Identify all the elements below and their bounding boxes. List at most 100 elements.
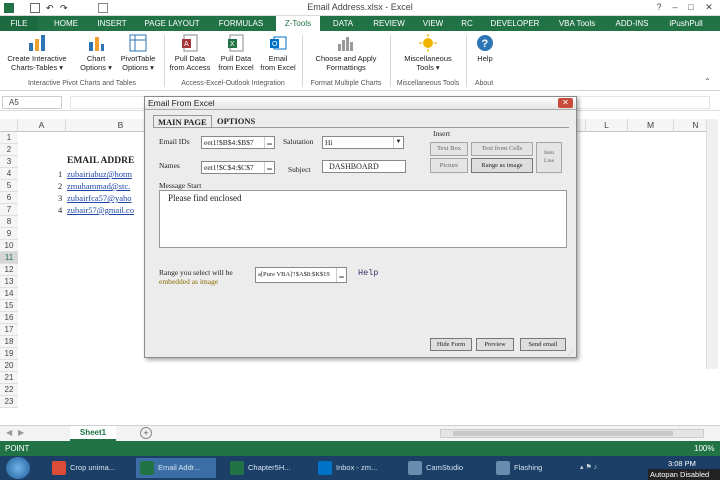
- start-button-icon[interactable]: [6, 457, 30, 479]
- close-icon[interactable]: ✕: [702, 1, 716, 14]
- taskbar-item[interactable]: Inbox - zm...: [314, 458, 396, 478]
- row-header[interactable]: 17: [0, 324, 18, 336]
- dialog-title-bar[interactable]: Email From Excel ✕: [145, 97, 576, 110]
- scroll-thumb[interactable]: [453, 431, 673, 436]
- tab-vba-tools[interactable]: VBA Tools: [552, 16, 602, 31]
- row-header[interactable]: 16: [0, 312, 18, 324]
- select-all-corner[interactable]: [0, 119, 18, 132]
- tab-add-ins[interactable]: ADD-INS: [612, 16, 652, 31]
- row-header[interactable]: 7: [0, 204, 18, 216]
- range-select-icon[interactable]: ▁: [264, 137, 274, 148]
- salutation-select[interactable]: Hi ▼: [322, 136, 404, 149]
- taskbar-item[interactable]: CamStudio: [404, 458, 484, 478]
- clock[interactable]: 3:08 PM: [668, 459, 696, 468]
- message-textarea[interactable]: Please find enclosed: [159, 190, 567, 248]
- tab-ipushpull[interactable]: iPushPull: [662, 16, 710, 31]
- help-icon[interactable]: ?: [652, 1, 666, 14]
- resize-grip-icon[interactable]: ⋰: [568, 349, 576, 357]
- zoom-level[interactable]: 100%: [694, 444, 714, 453]
- column-header[interactable]: L: [586, 119, 628, 132]
- item-line-button[interactable]: Item Line: [536, 142, 562, 173]
- name-box[interactable]: A5: [2, 96, 62, 109]
- email-link[interactable]: zubair57@gmail.co: [67, 204, 145, 216]
- tab-options[interactable]: OPTIONS: [213, 115, 259, 127]
- email-ids-refedit[interactable]: eet1!$B$4:$B$7 ▁: [201, 136, 275, 149]
- help-button[interactable]: ? Help: [470, 34, 500, 63]
- miscellaneous-tools-button[interactable]: Miscellaneous Tools ▾: [394, 34, 462, 72]
- image-range-refedit[interactable]: a[Pure VBA]'!$A$8:$K$19 ▁: [255, 267, 347, 283]
- pull-data-from-excel-button[interactable]: X Pull Data from Excel: [214, 34, 258, 72]
- row-header[interactable]: 8: [0, 216, 18, 228]
- range-select-icon[interactable]: ▁: [336, 268, 346, 282]
- row-header[interactable]: 5: [0, 180, 18, 192]
- tab-rc[interactable]: RC: [456, 16, 478, 31]
- row-header[interactable]: 18: [0, 336, 18, 348]
- taskbar-item[interactable]: Flashing: [492, 458, 568, 478]
- tab-review[interactable]: REVIEW: [368, 16, 410, 31]
- picture-button[interactable]: Picture: [430, 158, 468, 173]
- horizontal-scrollbar[interactable]: [440, 429, 704, 438]
- minimize-icon[interactable]: –: [668, 1, 682, 14]
- email-from-excel-button[interactable]: O Email from Excel: [258, 34, 298, 72]
- tab-main-page[interactable]: MAIN PAGE: [153, 115, 212, 127]
- tab-insert[interactable]: INSERT: [92, 16, 132, 31]
- email-link[interactable]: zubairiabuz@hotm: [67, 168, 145, 180]
- names-refedit[interactable]: eet1!$C$4:$C$7 ▁: [201, 161, 275, 174]
- row-header[interactable]: 21: [0, 372, 18, 384]
- chevron-down-icon[interactable]: ▼: [393, 137, 403, 148]
- row-header[interactable]: 2: [0, 144, 18, 156]
- tab-formulas[interactable]: FORMULAS: [212, 16, 270, 31]
- column-header[interactable]: M: [628, 119, 674, 132]
- row-header[interactable]: 19: [0, 348, 18, 360]
- range-select-icon[interactable]: ▁: [264, 162, 274, 173]
- row-header[interactable]: 9: [0, 228, 18, 240]
- column-header[interactable]: A: [18, 119, 66, 132]
- email-link[interactable]: zmuhammad@stc.: [67, 180, 145, 192]
- taskbar-item[interactable]: Crop unima...: [48, 458, 130, 478]
- collapse-ribbon-icon[interactable]: ⌃: [704, 77, 711, 86]
- tab-page-layout[interactable]: PAGE LAYOUT: [140, 16, 204, 31]
- text-from-cells-button[interactable]: Text from Cells: [471, 142, 533, 156]
- tray-icons[interactable]: ▴ ⚑ ♪: [580, 463, 597, 471]
- next-sheet-icon[interactable]: ▶: [18, 428, 24, 437]
- range-as-image-button[interactable]: Range as image: [471, 158, 533, 173]
- tab-file[interactable]: FILE: [0, 16, 38, 31]
- row-header[interactable]: 11: [0, 252, 18, 264]
- row-header[interactable]: 1: [0, 132, 18, 144]
- row-header[interactable]: 3: [0, 156, 18, 168]
- row-header[interactable]: 14: [0, 288, 18, 300]
- close-icon[interactable]: ✕: [558, 98, 573, 108]
- pull-data-from-access-button[interactable]: A Pull Data from Access: [166, 34, 214, 72]
- preview-button[interactable]: Preview: [476, 338, 514, 351]
- tab-z-tools[interactable]: Z-Tools: [276, 16, 320, 31]
- row-header[interactable]: 12: [0, 264, 18, 276]
- row-header[interactable]: 23: [0, 396, 18, 408]
- prev-sheet-icon[interactable]: ◀: [6, 428, 12, 437]
- help-link[interactable]: Help: [358, 268, 378, 278]
- hide-form-button[interactable]: Hide Form: [430, 338, 472, 351]
- row-header[interactable]: 10: [0, 240, 18, 252]
- tab-home[interactable]: HOME: [48, 16, 84, 31]
- chart-options-button[interactable]: Chart Options ▾: [76, 34, 116, 72]
- text-box-button[interactable]: Text Box: [430, 142, 468, 156]
- row-header[interactable]: 22: [0, 384, 18, 396]
- row-header[interactable]: 13: [0, 276, 18, 288]
- send-email-button[interactable]: Send email: [520, 338, 566, 351]
- row-header[interactable]: 4: [0, 168, 18, 180]
- maximize-icon[interactable]: □: [684, 1, 698, 14]
- taskbar-item[interactable]: Chapter5H...: [226, 458, 306, 478]
- add-sheet-icon[interactable]: +: [140, 427, 152, 439]
- row-header[interactable]: 6: [0, 192, 18, 204]
- tab-view[interactable]: VIEW: [416, 16, 450, 31]
- tab-data[interactable]: DATA: [326, 16, 360, 31]
- subject-input[interactable]: DASHBOARD: [322, 160, 406, 173]
- email-link[interactable]: zubairfca57@yaho: [67, 192, 145, 204]
- row-header[interactable]: 15: [0, 300, 18, 312]
- sheet-tab-sheet1[interactable]: Sheet1: [70, 426, 116, 441]
- row-header[interactable]: 20: [0, 360, 18, 372]
- tab-developer[interactable]: DEVELOPER: [488, 16, 542, 31]
- create-interactive-charts-button[interactable]: Create Interactive Charts-Tables ▾: [2, 34, 72, 72]
- vertical-scrollbar[interactable]: [706, 119, 718, 369]
- choose-apply-formattings-button[interactable]: Choose and Apply Formattings: [306, 34, 386, 72]
- taskbar-item[interactable]: Email Addr...: [136, 458, 216, 478]
